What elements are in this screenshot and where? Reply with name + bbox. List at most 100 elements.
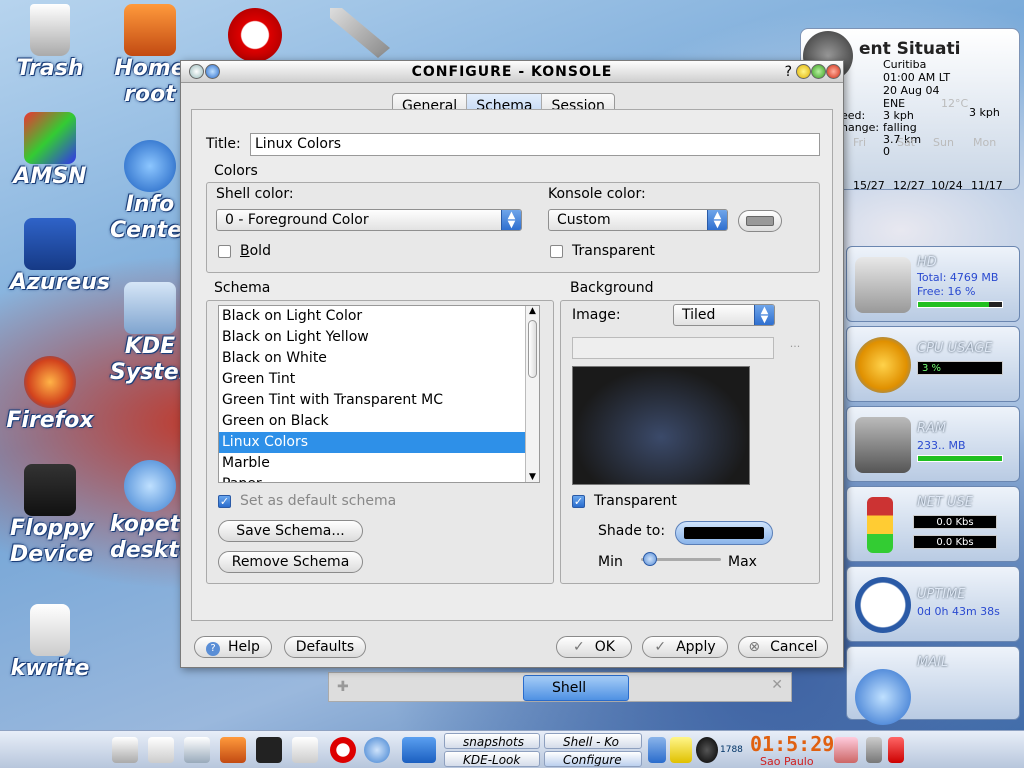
- terminal-icon[interactable]: [256, 737, 282, 763]
- list-item[interactable]: Black on Light Color: [219, 306, 539, 327]
- shade-slider-handle[interactable]: [643, 552, 657, 566]
- minimize-button[interactable]: [796, 64, 811, 79]
- desktop-icon-trash[interactable]: Trash: [0, 4, 100, 82]
- kde-menu-icon[interactable]: [112, 737, 138, 763]
- scroll-thumb[interactable]: [528, 320, 537, 378]
- scroll-down-icon[interactable]: ▼: [526, 472, 539, 482]
- cancel-button[interactable]: ⊗ Cancel: [738, 636, 828, 658]
- bold-label: Bold: [240, 243, 271, 259]
- clock[interactable]: 01:5:29: [750, 732, 834, 756]
- desktop-icon-kwrite[interactable]: kwrite: [0, 604, 100, 682]
- list-item[interactable]: Green Tint: [219, 369, 539, 390]
- help-button[interactable]: ? Help: [194, 636, 272, 658]
- question-icon: ?: [206, 642, 221, 656]
- schema-list[interactable]: Black on Light Color Black on Light Yell…: [218, 305, 540, 483]
- schema-list-scrollbar[interactable]: ▲ ▼: [525, 306, 539, 482]
- konsole-new-tab-icon[interactable]: ✚: [337, 679, 349, 695]
- net-up: 0.0 Kbs: [913, 535, 997, 549]
- list-item[interactable]: Marble: [219, 453, 539, 474]
- ok-button[interactable]: ✓ OK: [556, 636, 632, 658]
- bomb-icon[interactable]: [696, 737, 718, 763]
- remove-schema-button[interactable]: Remove Schema: [218, 551, 363, 573]
- kwrite-icon: [30, 604, 70, 656]
- net-down: 0.0 Kbs: [913, 515, 997, 529]
- volume-icon[interactable]: [648, 737, 666, 763]
- shade-color-button[interactable]: [675, 521, 773, 545]
- schema-group-title: Schema: [214, 280, 271, 296]
- notes-icon[interactable]: [670, 737, 692, 763]
- konsole-color-select[interactable]: Custom ▲ ▼: [548, 209, 728, 231]
- background-transparent-checkbox[interactable]: ✓: [572, 495, 585, 508]
- help-button-label: Help: [228, 639, 260, 655]
- kwrite-taskbar-icon[interactable]: [292, 737, 318, 763]
- window-menu-button[interactable]: [189, 64, 204, 79]
- opera-taskbar-icon[interactable]: [330, 737, 356, 763]
- bold-label-text: old: [249, 243, 271, 259]
- home-taskbar-icon[interactable]: [220, 737, 246, 763]
- desktop-icon-label: KDE System: [110, 334, 202, 385]
- tools-desktop-icon[interactable]: [330, 8, 390, 58]
- task-kde-look[interactable]: KDE-Look: [444, 751, 540, 767]
- apply-button[interactable]: ✓ Apply: [642, 636, 728, 658]
- list-item[interactable]: Black on Light Yellow: [219, 327, 539, 348]
- konsole-close-tab-icon[interactable]: ✕: [771, 677, 783, 693]
- list-item[interactable]: Black on White: [219, 348, 539, 369]
- weather-wind-speed: 3 kph: [969, 106, 1000, 119]
- sticky-button[interactable]: [205, 64, 220, 79]
- desktop-icon-label: kwrite: [10, 656, 90, 681]
- konsole-color-value: Custom: [557, 212, 611, 228]
- desktop-icon-label: Trash: [16, 56, 84, 81]
- cpu-graph: 3 %: [917, 361, 1003, 375]
- kate-icon[interactable]: [184, 737, 210, 763]
- task-snapshots[interactable]: snapshots: [444, 733, 540, 749]
- cancel-icon: ⊗: [748, 639, 761, 655]
- mail-icon: [855, 669, 911, 725]
- save-schema-button[interactable]: Save Schema...: [218, 520, 363, 542]
- background-transparent-label: Transparent: [594, 493, 677, 509]
- list-item-selected[interactable]: Linux Colors: [219, 432, 539, 453]
- set-default-schema-checkbox[interactable]: ✓: [218, 495, 231, 508]
- clock-icon: [855, 577, 911, 633]
- image-path-input[interactable]: [572, 337, 774, 359]
- ram-title: RAM: [917, 421, 947, 436]
- image-mode-select[interactable]: Tiled ▲ ▼: [673, 304, 775, 326]
- desktop-icon-label: Floppy Device: [10, 516, 94, 567]
- weather-temp: 12°C: [941, 97, 969, 110]
- chevron-updown-icon: ▲ ▼: [754, 305, 774, 325]
- show-desktop-icon[interactable]: [148, 737, 174, 763]
- defaults-button[interactable]: Defaults: [284, 636, 366, 658]
- task-shell-konsole[interactable]: Shell - Ko: [544, 733, 642, 749]
- desktop-icon-firefox[interactable]: Firefox: [0, 356, 100, 434]
- desktop-icon-floppy[interactable]: Floppy Device: [0, 464, 100, 568]
- desktop-icon-azureus[interactable]: Azureus: [0, 218, 110, 296]
- ok-button-label: OK: [594, 639, 615, 655]
- logout-icon[interactable]: [888, 737, 904, 763]
- opera-desktop-icon[interactable]: [228, 8, 282, 62]
- list-item[interactable]: Green on Black: [219, 411, 539, 432]
- checkmark-icon: ✓: [573, 639, 585, 655]
- dialog-titlebar[interactable]: CONFIGURE - KONSOLE ?: [181, 61, 843, 83]
- close-button[interactable]: [826, 64, 841, 79]
- lock-icon[interactable]: [866, 737, 882, 763]
- maximize-button[interactable]: [811, 64, 826, 79]
- info-taskbar-icon[interactable]: [402, 737, 436, 763]
- help-icon[interactable]: ?: [785, 61, 793, 83]
- tray-app-icon[interactable]: [834, 737, 858, 763]
- shell-color-select[interactable]: 0 - Foreground Color ▲ ▼: [216, 209, 522, 231]
- desktop-icon-amsn[interactable]: AMSN: [0, 112, 100, 190]
- konsole-color-swatch-button[interactable]: [738, 210, 782, 232]
- weather-day-0: Fri: [853, 136, 867, 149]
- scroll-up-icon[interactable]: ▲: [526, 306, 539, 316]
- browse-image-button[interactable]: ...: [781, 337, 809, 359]
- bold-checkbox[interactable]: [218, 245, 231, 258]
- task-configure[interactable]: Configure: [544, 751, 642, 767]
- list-item[interactable]: Green Tint with Transparent MC: [219, 390, 539, 411]
- search-icon[interactable]: [364, 737, 390, 763]
- amsn-icon: [24, 112, 76, 164]
- list-item[interactable]: Paper: [219, 474, 539, 482]
- konsole-color-label: Konsole color:: [548, 186, 646, 202]
- title-input[interactable]: Linux Colors: [250, 133, 820, 156]
- konsole-tab-shell[interactable]: Shell: [523, 675, 629, 701]
- hd-widget: HD Total: 4769 MB Free: 16 %: [846, 246, 1020, 322]
- transparent-checkbox[interactable]: [550, 245, 563, 258]
